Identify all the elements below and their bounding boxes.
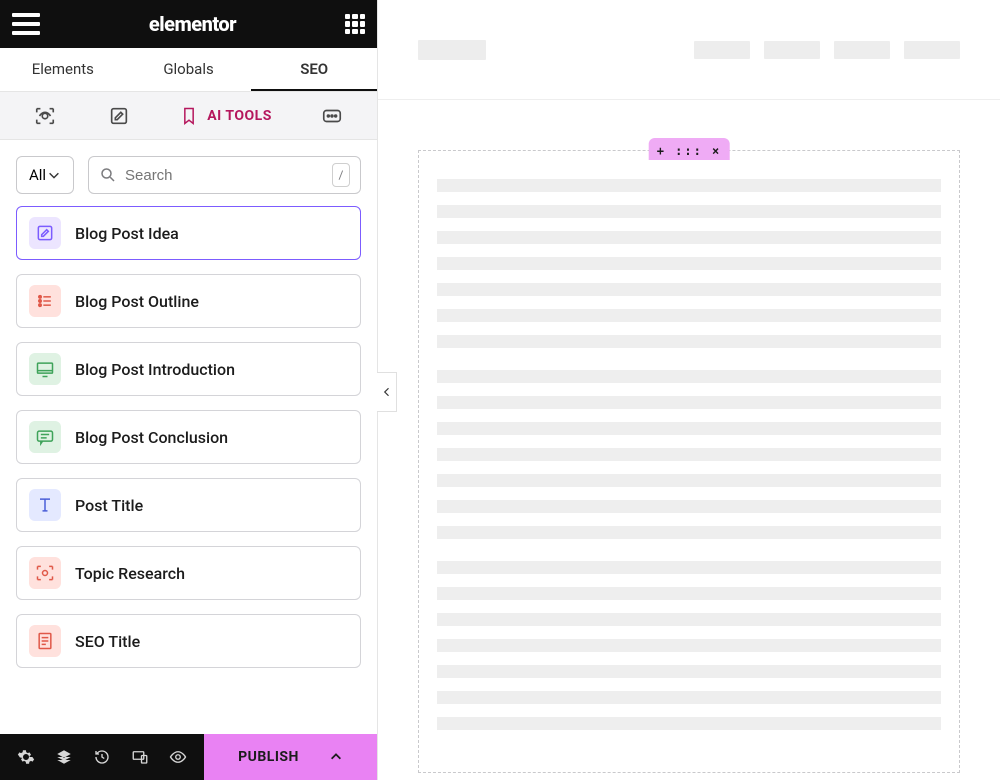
canvas-area: + ::: × bbox=[378, 0, 1000, 780]
widget-label: Blog Post Outline bbox=[75, 292, 199, 311]
dropdown-value: All bbox=[29, 166, 46, 184]
editor-sidebar: elementor Elements Globals SEO AI TOOLS … bbox=[0, 0, 378, 780]
widget-blog-post-outline[interactable]: Blog Post Outline bbox=[16, 274, 361, 328]
search-icon bbox=[99, 166, 117, 184]
sidebar-top-bar: elementor bbox=[0, 0, 377, 48]
publish-button[interactable]: PUBLISH bbox=[204, 734, 377, 780]
ai-tools-label: AI TOOLS bbox=[207, 108, 272, 124]
apps-grid-icon[interactable] bbox=[345, 14, 365, 34]
widget-label: Blog Post Introduction bbox=[75, 360, 235, 379]
edit-icon[interactable] bbox=[105, 102, 133, 130]
brand-logo: elementor bbox=[149, 12, 236, 36]
footer-actions bbox=[0, 734, 204, 780]
filter-row: All / bbox=[0, 140, 377, 206]
canvas-site-header bbox=[378, 0, 1000, 100]
sidebar-footer: PUBLISH bbox=[0, 734, 377, 780]
paragraph-placeholder bbox=[437, 561, 941, 730]
widget-blog-post-introduction[interactable]: Blog Post Introduction bbox=[16, 342, 361, 396]
widget-seo-title[interactable]: SEO Title bbox=[16, 614, 361, 668]
publish-label: PUBLISH bbox=[238, 749, 299, 765]
category-dropdown[interactable]: All bbox=[16, 156, 74, 194]
panel-tabs: Elements Globals SEO bbox=[0, 48, 377, 92]
widget-label: SEO Title bbox=[75, 632, 140, 651]
shortcut-key-hint: / bbox=[332, 163, 350, 187]
chat-icon bbox=[29, 421, 61, 453]
widget-label: Post Title bbox=[75, 496, 143, 515]
canvas-body: + ::: × bbox=[378, 100, 1000, 780]
preview-icon[interactable] bbox=[31, 102, 59, 130]
nav-placeholder-group bbox=[694, 41, 960, 59]
focus-icon bbox=[29, 557, 61, 589]
responsive-icon[interactable] bbox=[122, 734, 158, 780]
paragraph-placeholder bbox=[437, 370, 941, 539]
widget-label: Topic Research bbox=[75, 564, 185, 583]
tab-seo[interactable]: SEO bbox=[251, 48, 377, 91]
widget-topic-research[interactable]: Topic Research bbox=[16, 546, 361, 600]
widget-blog-post-idea[interactable]: Blog Post Idea bbox=[16, 206, 361, 260]
eye-icon[interactable] bbox=[160, 734, 196, 780]
tab-elements[interactable]: Elements bbox=[0, 48, 126, 91]
search-field[interactable]: / bbox=[88, 156, 361, 194]
chevron-up-icon bbox=[329, 750, 343, 764]
paragraph-placeholder bbox=[437, 179, 941, 348]
logo-placeholder bbox=[418, 40, 486, 60]
widget-blog-post-conclusion[interactable]: Blog Post Conclusion bbox=[16, 410, 361, 464]
layers-icon[interactable] bbox=[46, 734, 82, 780]
chat-bubble-icon[interactable] bbox=[318, 102, 346, 130]
ai-bookmark-icon bbox=[179, 106, 199, 126]
monitor-icon bbox=[29, 353, 61, 385]
settings-icon[interactable] bbox=[8, 734, 44, 780]
history-icon[interactable] bbox=[84, 734, 120, 780]
menu-icon[interactable] bbox=[12, 13, 40, 35]
document-icon bbox=[29, 625, 61, 657]
widget-label: Blog Post Conclusion bbox=[75, 428, 228, 447]
section-handle[interactable]: + ::: × bbox=[649, 138, 730, 160]
widget-list: Blog Post Idea Blog Post Outline Blog Post… bbox=[0, 206, 377, 734]
widget-label: Blog Post Idea bbox=[75, 224, 179, 243]
text-icon bbox=[29, 489, 61, 521]
chevron-down-icon bbox=[47, 168, 61, 182]
pencil-square-icon bbox=[29, 217, 61, 249]
text-widget-section[interactable] bbox=[418, 150, 960, 773]
tab-globals[interactable]: Globals bbox=[126, 48, 252, 91]
widget-post-title[interactable]: Post Title bbox=[16, 478, 361, 532]
panel-toolbar: AI TOOLS bbox=[0, 92, 377, 140]
search-input[interactable] bbox=[125, 167, 324, 184]
list-icon bbox=[29, 285, 61, 317]
ai-tools-button[interactable]: AI TOOLS bbox=[179, 106, 272, 126]
